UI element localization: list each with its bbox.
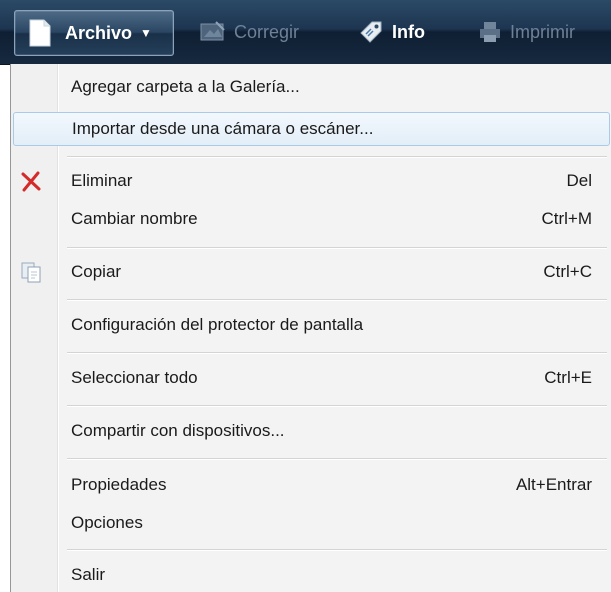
menu-separator bbox=[67, 247, 607, 249]
corregir-label: Corregir bbox=[234, 21, 300, 42]
corregir-button[interactable]: Corregir bbox=[200, 10, 299, 54]
menu-item-label: Cambiar nombre bbox=[71, 209, 198, 228]
archivo-menu-button[interactable]: Archivo ▼ bbox=[14, 10, 174, 56]
menu-item-opciones[interactable]: Opciones bbox=[13, 506, 610, 540]
menu-item-propiedades[interactable]: Propiedades Alt+Entrar bbox=[13, 468, 610, 502]
menu-item-label: Propiedades bbox=[71, 475, 167, 494]
chevron-down-icon: ▼ bbox=[140, 26, 152, 40]
photo-gallery-window: Archivo ▼ Corregir Info Imprimir Agregar… bbox=[0, 0, 611, 592]
info-label: Info bbox=[392, 21, 425, 42]
info-button[interactable]: Info bbox=[358, 10, 425, 54]
menu-item-label: Configuración del protector de pantalla bbox=[71, 315, 364, 334]
menu-item-protector-pantalla[interactable]: Configuración del protector de pantalla bbox=[13, 308, 610, 342]
archivo-dropdown-menu: Agregar carpeta a la Galería... Importar… bbox=[10, 64, 611, 592]
menu-separator bbox=[67, 352, 607, 354]
menu-separator bbox=[67, 458, 607, 460]
menu-item-label: Agregar carpeta a la Galería... bbox=[71, 77, 300, 96]
printer-icon bbox=[478, 20, 502, 44]
menu-item-label: Seleccionar todo bbox=[71, 368, 198, 387]
menu-item-shortcut: Alt+Entrar bbox=[515, 475, 592, 494]
menu-item-label: Salir bbox=[71, 565, 106, 584]
menu-item-label: Opciones bbox=[71, 513, 143, 532]
menu-item-seleccionar-todo[interactable]: Seleccionar todo Ctrl+E bbox=[13, 361, 610, 395]
menu-item-copiar[interactable]: Copiar Ctrl+C bbox=[13, 255, 610, 289]
menu-item-shortcut: Ctrl+E bbox=[544, 368, 592, 387]
menu-item-shortcut: Del bbox=[566, 171, 592, 190]
menu-item-importar[interactable]: Importar desde una cámara o escáner... bbox=[13, 112, 610, 146]
delete-x-icon bbox=[21, 171, 41, 192]
menu-item-salir[interactable]: Salir bbox=[13, 558, 610, 592]
menu-item-label: Copiar bbox=[71, 262, 122, 281]
document-icon bbox=[29, 19, 51, 47]
info-tag-icon bbox=[358, 19, 384, 45]
menu-separator bbox=[67, 156, 607, 158]
menu-item-eliminar[interactable]: Eliminar Del bbox=[13, 164, 610, 198]
archivo-label: Archivo bbox=[65, 22, 133, 43]
menu-item-compartir[interactable]: Compartir con dispositivos... bbox=[13, 414, 610, 448]
menu-item-agregar-carpeta[interactable]: Agregar carpeta a la Galería... bbox=[13, 70, 610, 104]
fix-photo-icon bbox=[200, 20, 226, 44]
menu-separator bbox=[67, 549, 607, 551]
menu-separator bbox=[67, 299, 607, 301]
menu-item-label: Eliminar bbox=[71, 171, 133, 190]
menu-item-label: Importar desde una cámara o escáner... bbox=[72, 119, 374, 138]
menu-item-label: Compartir con dispositivos... bbox=[71, 421, 285, 440]
menu-separator bbox=[67, 405, 607, 407]
toolbar: Archivo ▼ Corregir Info Imprimir bbox=[0, 0, 611, 65]
menu-item-shortcut: Ctrl+C bbox=[543, 262, 592, 281]
menu-item-cambiar-nombre[interactable]: Cambiar nombre Ctrl+M bbox=[13, 202, 610, 236]
imprimir-button[interactable]: Imprimir bbox=[478, 10, 575, 54]
imprimir-label: Imprimir bbox=[510, 21, 575, 42]
menu-item-shortcut: Ctrl+M bbox=[541, 209, 592, 228]
copy-icon bbox=[21, 262, 41, 283]
